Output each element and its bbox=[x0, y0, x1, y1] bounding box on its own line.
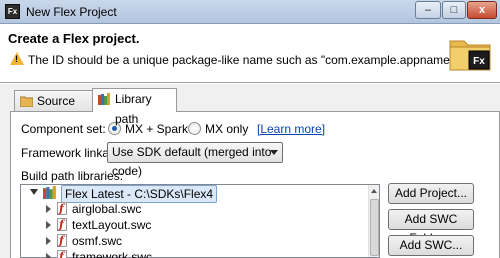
radio-mx-only-label[interactable]: MX only bbox=[205, 122, 248, 136]
swc-file-icon bbox=[57, 233, 67, 249]
dropdown-arrow-icon bbox=[270, 150, 278, 155]
learn-more-link[interactable]: [Learn more] bbox=[257, 122, 325, 136]
library-books-icon bbox=[43, 186, 56, 199]
build-path-label: Build path libraries: bbox=[21, 169, 124, 183]
swc-file-icon bbox=[57, 249, 67, 258]
radio-mx-only[interactable] bbox=[188, 122, 201, 135]
maximize-button[interactable]: □ bbox=[442, 1, 466, 19]
collapse-arrow-icon[interactable] bbox=[46, 205, 51, 213]
flex-app-icon: Fx bbox=[5, 4, 20, 19]
flex-logo-text: Fx bbox=[473, 56, 485, 67]
collapse-arrow-icon[interactable] bbox=[46, 253, 51, 258]
minimize-button[interactable]: – bbox=[415, 1, 441, 19]
folder-source-icon bbox=[20, 96, 33, 107]
collapse-arrow-icon[interactable] bbox=[46, 221, 51, 229]
window-titlebar: Fx New Flex Project – □ x bbox=[0, 0, 500, 24]
framework-linkage-select[interactable]: Use SDK default (merged into code) bbox=[107, 142, 283, 178]
swc-file-icon bbox=[57, 217, 67, 233]
add-swc-folder-button[interactable]: Add SWC Folder... bbox=[388, 209, 474, 245]
library-books-icon bbox=[98, 93, 110, 105]
tree-scrollbar[interactable] bbox=[368, 185, 379, 257]
scroll-up-arrow-icon[interactable] bbox=[371, 189, 377, 193]
tree-item-label: textLayout.swc bbox=[72, 218, 152, 232]
add-swc-button[interactable]: Add SWC... bbox=[388, 235, 474, 256]
page-title: Create a Flex project. bbox=[8, 31, 140, 46]
tab-library-path[interactable]: Library path bbox=[92, 88, 177, 126]
flex-folder-icon: Fx bbox=[449, 40, 491, 71]
collapse-arrow-icon[interactable] bbox=[46, 237, 51, 245]
close-button[interactable]: x bbox=[467, 1, 497, 19]
add-project-button[interactable]: Add Project... bbox=[388, 183, 474, 204]
warning-icon: ! bbox=[10, 52, 24, 65]
tab-source-path[interactable]: Source path bbox=[14, 90, 93, 128]
scrollbar-thumb[interactable] bbox=[370, 199, 379, 256]
window-title: New Flex Project bbox=[26, 5, 117, 19]
tree-item-label: framework.swc bbox=[72, 250, 153, 258]
tree-item-label: airglobal.swc bbox=[72, 202, 142, 216]
header-message: The ID should be a unique package-like n… bbox=[28, 53, 458, 67]
expand-arrow-icon[interactable] bbox=[30, 189, 38, 195]
swc-file-icon bbox=[57, 201, 67, 217]
wizard-header: Create a Flex project. ! The ID should b… bbox=[0, 25, 500, 83]
component-set-label: Component set: bbox=[21, 122, 106, 136]
tree-item-label: osmf.swc bbox=[72, 234, 123, 248]
